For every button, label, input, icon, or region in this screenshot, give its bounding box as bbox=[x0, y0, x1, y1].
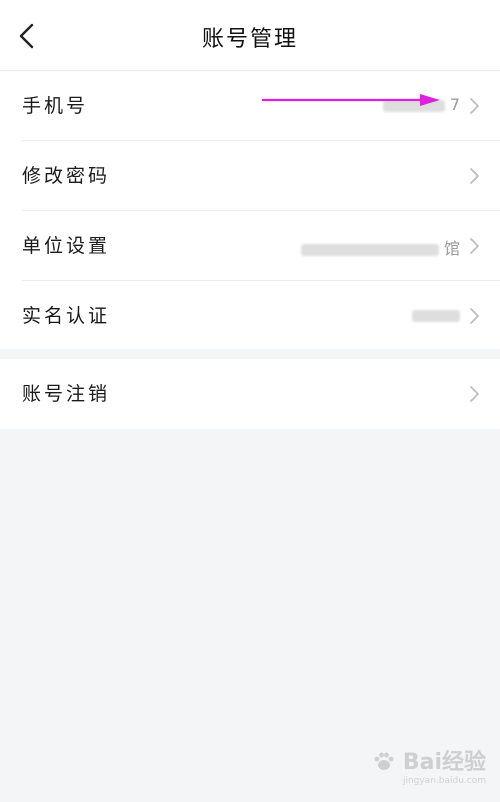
account-settings-list: 手机号 7 修改密码 单位设置 馆 实名认证 bbox=[0, 71, 500, 349]
page-title: 账号管理 bbox=[201, 27, 298, 52]
watermark: Bai经验 jingyan.baidu.com bbox=[373, 744, 486, 786]
annotation-arrow-icon bbox=[262, 94, 440, 106]
setting-row-organization[interactable]: 单位设置 馆 bbox=[22, 211, 500, 281]
chevron-right-icon bbox=[470, 308, 479, 324]
paw-icon bbox=[374, 752, 394, 770]
setting-value-real-name-auth bbox=[412, 305, 460, 324]
setting-label-change-password: 修改密码 bbox=[22, 165, 111, 187]
account-cancel-section: 账号注销 bbox=[0, 359, 500, 429]
chevron-right-icon bbox=[470, 386, 479, 402]
chevron-right-icon bbox=[470, 238, 479, 254]
chevron-right-icon bbox=[470, 168, 479, 184]
setting-row-change-password[interactable]: 修改密码 bbox=[22, 141, 500, 211]
chevron-right-icon bbox=[470, 98, 479, 114]
setting-row-account-cancel[interactable]: 账号注销 bbox=[22, 359, 500, 428]
setting-row-real-name-auth[interactable]: 实名认证 bbox=[22, 281, 500, 350]
setting-label-account-cancel: 账号注销 bbox=[22, 383, 111, 405]
watermark-url: jingyan.baidu.com bbox=[402, 776, 486, 786]
top-nav-bar: 账号管理 bbox=[0, 0, 500, 71]
setting-label-organization: 单位设置 bbox=[22, 235, 111, 257]
setting-label-real-name-auth: 实名认证 bbox=[22, 305, 111, 327]
setting-label-phone: 手机号 bbox=[22, 95, 89, 117]
watermark-text: Bai经验 bbox=[402, 750, 486, 775]
watermark-logo: Bai经验 bbox=[373, 744, 486, 776]
setting-value-organization: 馆 bbox=[300, 235, 460, 259]
